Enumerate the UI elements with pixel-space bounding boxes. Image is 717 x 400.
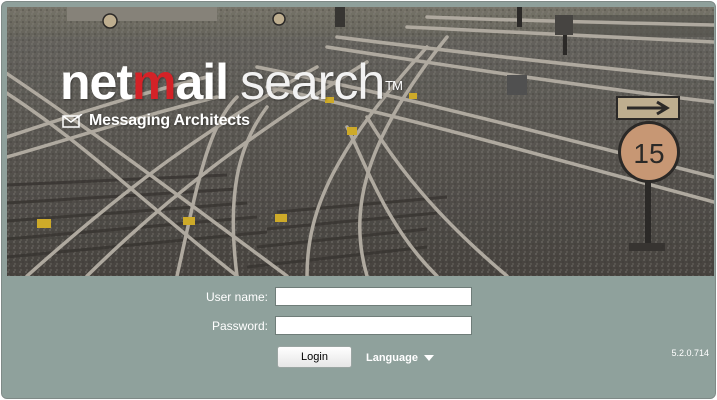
login-panel: User name: Password: Login Language 5.2.… <box>2 276 715 398</box>
login-window: 15 netmailsearchTM Messaging Architects <box>1 1 716 399</box>
login-button[interactable]: Login <box>277 346 352 368</box>
password-input[interactable] <box>275 316 472 335</box>
hero-photo: 15 netmail searchTM Messaging Architects <box>7 7 714 276</box>
envelope-icon <box>62 114 83 128</box>
logo-part-net: net <box>60 54 133 110</box>
password-label: Password: <box>211 319 268 333</box>
language-dropdown[interactable]: Language <box>366 352 434 364</box>
logo-part-m: m <box>132 54 176 110</box>
username-label: User name: <box>205 290 268 304</box>
logo-part-ail: ail <box>175 54 229 110</box>
trademark-symbol: TM <box>385 78 403 93</box>
railway-tracks-photo: 15 <box>7 7 714 276</box>
username-input[interactable] <box>275 287 472 306</box>
netmail-search-logo: netmail searchTM Messaging Architects <box>60 54 403 129</box>
company-tagline: Messaging Architects <box>62 112 250 130</box>
version-number: 5.2.0.714 <box>671 348 709 358</box>
logo-wordmark: netmail searchTM <box>60 54 403 110</box>
language-label: Language <box>366 352 418 364</box>
company-name: Messaging Architects <box>89 112 250 129</box>
triangle-down-icon <box>423 355 434 361</box>
logo-part-search: search <box>240 54 385 110</box>
